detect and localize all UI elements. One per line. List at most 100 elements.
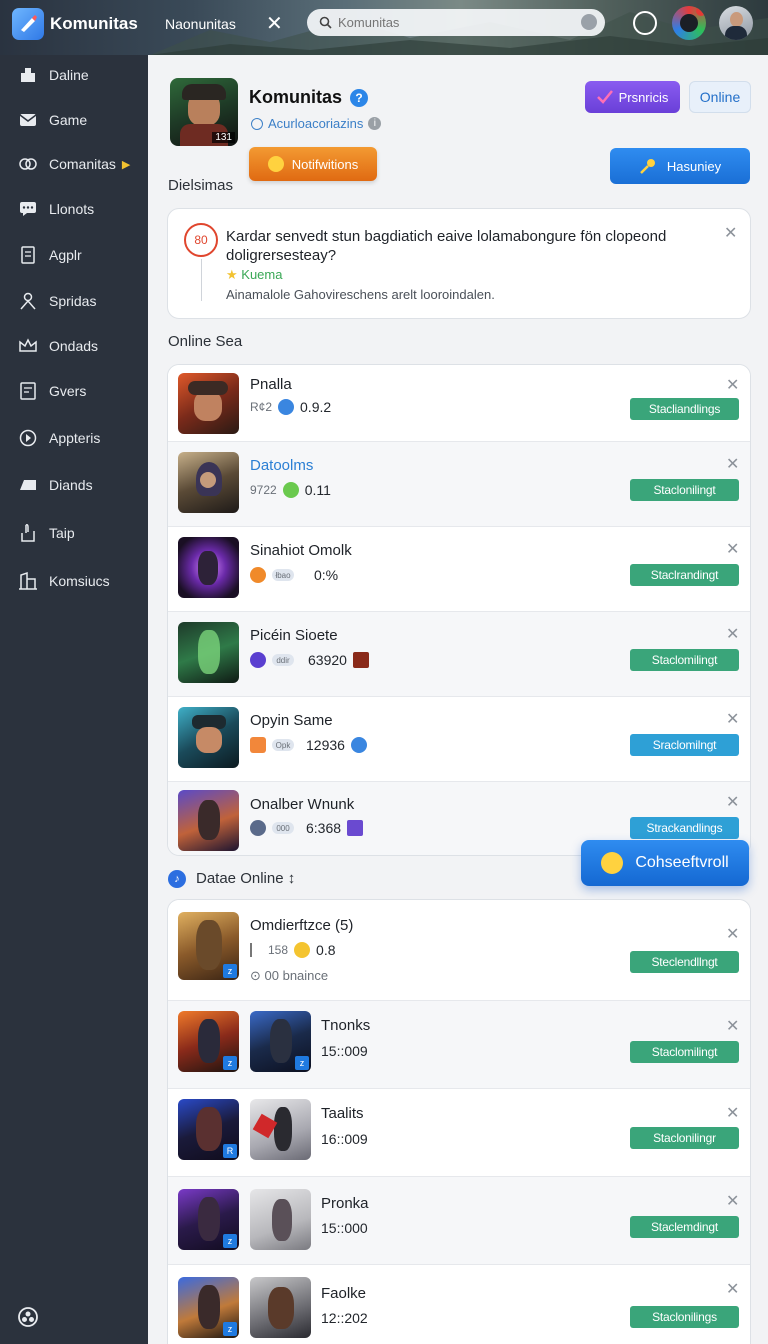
close-icon[interactable]: ✕ <box>726 454 739 474</box>
list-item[interactable]: Datoolms 9722 0.11 Staclonilingt ✕ <box>168 442 750 527</box>
online-button[interactable]: Online <box>689 81 751 113</box>
game-balance-text: 00 bnaince <box>264 968 329 983</box>
sidebar-item-game[interactable]: Game <box>0 102 148 138</box>
sidebar-item-label: Spridas <box>49 293 97 309</box>
close-icon[interactable]: ✕ <box>726 375 739 395</box>
close-icon[interactable]: ✕ <box>726 924 739 944</box>
game-name[interactable]: Datoolms <box>250 457 313 474</box>
game-name[interactable]: Pnalla <box>250 376 292 393</box>
list-item[interactable]: z Faolke 12::202 Staclonilings ✕ <box>168 1265 750 1344</box>
building-icon <box>17 570 39 592</box>
premium-button[interactable]: Prsnricis <box>585 81 680 113</box>
tab-current[interactable]: Naonunitas <box>165 16 236 32</box>
search-hashtag-button-label: Hasuniey <box>666 158 722 174</box>
game-name[interactable]: Onalber Wnunk <box>250 796 354 813</box>
sidebar-item-llonots[interactable]: Llonots <box>0 191 148 227</box>
search-bar[interactable] <box>307 9 605 36</box>
data-list: z Omdierftzce (5) 158 0.8 ⊙ 00 bnaince S… <box>167 899 751 1344</box>
sidebar-item-daline[interactable]: Daline <box>0 57 148 93</box>
game-meta: 158 0.8 <box>250 942 336 958</box>
action-button[interactable]: Staclomilingt <box>630 649 739 671</box>
list-item[interactable]: Picéin Sioete ddir 63920 Staclomilingt ✕ <box>168 612 750 697</box>
game-code: ddir <box>272 654 294 666</box>
action-button[interactable]: Staclonilingt <box>630 479 739 501</box>
game-meta: 000 6:368 <box>250 820 364 836</box>
game-value: 0.8 <box>316 942 336 958</box>
community-subtitle[interactable]: Acurloacoriazins i <box>251 116 382 131</box>
hand-icon <box>17 522 39 544</box>
search-hashtag-button[interactable]: Hasuniey <box>610 148 750 184</box>
sidebar-item-comanitas[interactable]: Comanitas ▶ <box>0 146 148 182</box>
list-item[interactable]: z Pronka 15::000 Staclemdingt ✕ <box>168 1177 750 1265</box>
community-avatar: 131 <box>170 78 238 146</box>
sidebar-item-appteris[interactable]: Appteris <box>0 420 148 456</box>
sidebar-item-label: Game <box>49 112 88 128</box>
list-item[interactable]: z z Tnonks 15::009 Staclomilingt ✕ <box>168 1001 750 1089</box>
section-label-online: Online Sea <box>168 333 243 350</box>
action-button[interactable]: Stacliandlings <box>630 398 739 420</box>
voice-search-icon[interactable] <box>581 14 597 30</box>
game-name[interactable]: Omdierftzce (5) <box>250 917 353 934</box>
game-name[interactable]: Taalits <box>321 1105 364 1122</box>
settings-icon[interactable] <box>16 1305 40 1329</box>
orb-icon <box>250 820 266 836</box>
close-icon[interactable]: ✕ <box>726 624 739 644</box>
game-avatar-icon[interactable] <box>672 6 706 40</box>
list-item[interactable]: z Omdierftzce (5) 158 0.8 ⊙ 00 bnaince S… <box>168 900 750 1001</box>
globe-icon <box>350 737 367 753</box>
close-icon[interactable]: ✕ <box>726 1279 739 1299</box>
sidebar-item-gvers[interactable]: Gvers <box>0 373 148 409</box>
action-button[interactable]: Steclendllngt <box>630 951 739 973</box>
sidebar-item-komsiucs[interactable]: Komsiucs <box>0 563 148 599</box>
game-thumbnail <box>178 790 239 851</box>
check-circle-icon[interactable] <box>633 11 657 35</box>
sidebar-item-ondads[interactable]: Ondads <box>0 328 148 364</box>
game-name[interactable]: Opyin Same <box>250 712 333 729</box>
close-icon[interactable]: ✕ <box>726 1016 739 1036</box>
game-name[interactable]: Faolke <box>321 1285 366 1302</box>
sidebar-item-diands[interactable]: Diands <box>0 467 148 503</box>
premium-button-label: Prsnricis <box>618 89 669 105</box>
sidebar-item-spridas[interactable]: Spridas <box>0 283 148 319</box>
game-name[interactable]: Picéin Sioete <box>250 627 338 644</box>
action-button[interactable]: Strackandlings <box>630 817 739 839</box>
close-tab-icon[interactable]: ✕ <box>266 11 283 36</box>
close-icon[interactable]: ✕ <box>726 792 739 812</box>
globe-icon <box>278 399 295 415</box>
close-icon[interactable]: ✕ <box>726 539 739 559</box>
game-value: 15::000 <box>321 1220 368 1236</box>
sidebar-item-agplr[interactable]: Agplr <box>0 237 148 273</box>
game-value: 12936 <box>306 737 345 753</box>
game-name[interactable]: Tnonks <box>321 1017 370 1034</box>
action-button[interactable]: Staclonilingr <box>630 1127 739 1149</box>
sidebar-item-label: Appteris <box>49 430 101 446</box>
user-avatar[interactable] <box>719 6 753 40</box>
floating-action-button[interactable]: Cohseeftvroll <box>581 840 749 886</box>
action-button[interactable]: Sraclomilngt <box>630 734 739 756</box>
action-button[interactable]: Staclrandingt <box>630 564 739 586</box>
game-thumbnail <box>178 537 239 598</box>
game-thumbnail <box>178 707 239 768</box>
close-icon[interactable]: ✕ <box>726 1103 739 1123</box>
game-value: 0.11 <box>304 482 331 498</box>
app-logo[interactable] <box>12 8 44 40</box>
close-icon[interactable]: ✕ <box>724 223 737 243</box>
game-name[interactable]: Pronka <box>321 1195 369 1212</box>
close-icon[interactable]: ✕ <box>726 1191 739 1211</box>
page-title: Komunitas ? <box>249 87 369 108</box>
list-item[interactable]: Sinahiot Omolk łbao 0:% Staclrandingt ✕ <box>168 527 750 612</box>
sidebar-item-taip[interactable]: Taip <box>0 515 148 551</box>
game-meta: 15::009 <box>321 1043 368 1059</box>
search-input[interactable] <box>338 15 578 30</box>
list-item[interactable]: R Taalits 16::009 Staclonilingr ✕ <box>168 1089 750 1177</box>
info-icon[interactable]: i <box>368 117 382 130</box>
list-item[interactable]: Opyin Same Opk 12936 Sraclomilngt ✕ <box>168 697 750 782</box>
action-button[interactable]: Staclomilingt <box>630 1041 739 1063</box>
game-name[interactable]: Sinahiot Omolk <box>250 542 352 559</box>
close-icon[interactable]: ✕ <box>726 709 739 729</box>
sidebar-item-label: Llonots <box>49 201 95 217</box>
notifications-button[interactable]: Notifwitions <box>249 147 377 181</box>
list-item[interactable]: Pnalla R¢2 0.9.2 Stacliandlings ✕ <box>168 365 750 442</box>
action-button[interactable]: Staclonilings <box>630 1306 739 1328</box>
action-button[interactable]: Staclemdingt <box>630 1216 739 1238</box>
